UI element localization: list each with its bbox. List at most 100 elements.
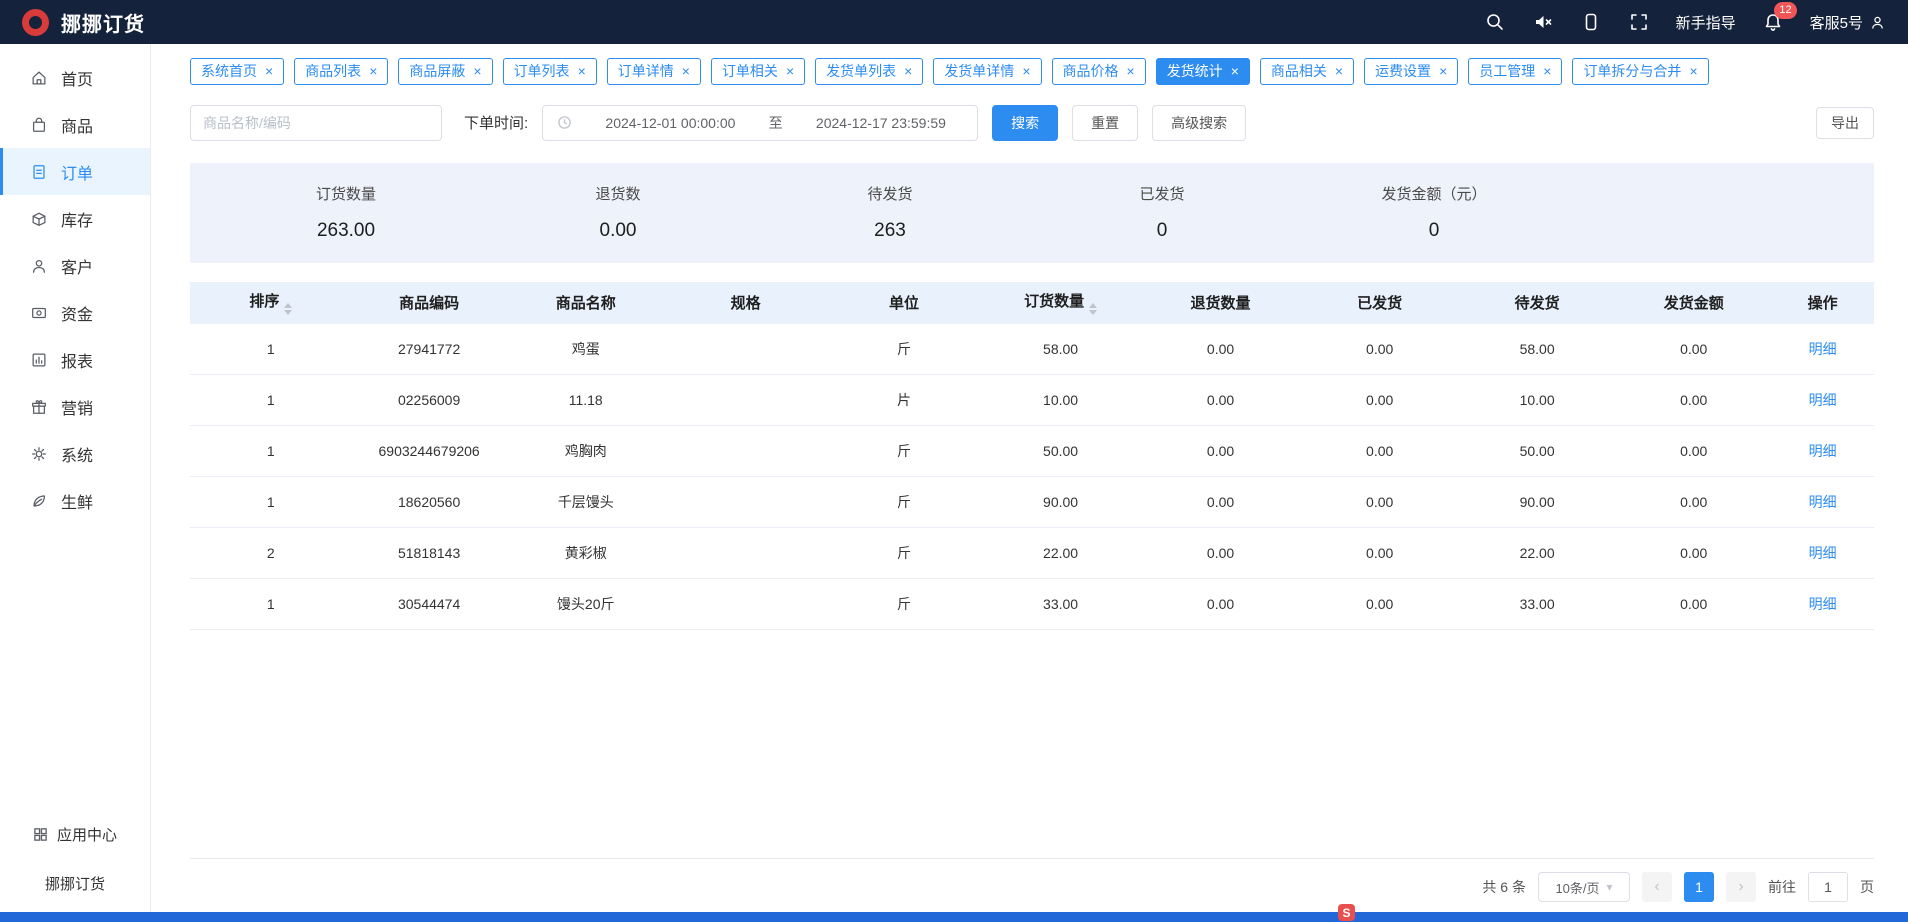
sidebar-item-label: 生鲜 bbox=[61, 489, 93, 513]
table-cell: 58.00 bbox=[981, 324, 1139, 375]
table-cell: 0.00 bbox=[1140, 375, 1302, 426]
close-icon[interactable]: × bbox=[1439, 64, 1447, 78]
detail-link[interactable]: 明细 bbox=[1809, 494, 1837, 510]
sidebar-item-fresh[interactable]: 生鲜 bbox=[0, 477, 150, 524]
mute-speaker-icon[interactable] bbox=[1532, 11, 1554, 33]
close-icon[interactable]: × bbox=[682, 64, 690, 78]
detail-link[interactable]: 明细 bbox=[1809, 443, 1837, 459]
column-order-quantity[interactable]: 订货数量 bbox=[981, 282, 1139, 324]
search-icon[interactable] bbox=[1484, 11, 1506, 33]
sidebar-item-system[interactable]: 系统 bbox=[0, 430, 150, 477]
detail-link[interactable]: 明细 bbox=[1809, 341, 1837, 357]
beginner-guide-link[interactable]: 新手指导 bbox=[1676, 12, 1736, 33]
tab-staff-management[interactable]: 员工管理 × bbox=[1468, 58, 1562, 85]
column-sort[interactable]: 排序 bbox=[190, 282, 352, 324]
close-icon[interactable]: × bbox=[1127, 64, 1135, 78]
next-page-button[interactable]: › bbox=[1726, 872, 1756, 902]
app-logo[interactable] bbox=[22, 9, 49, 36]
home-icon bbox=[30, 69, 48, 87]
table-cell: 10.00 bbox=[1458, 375, 1616, 426]
sidebar-item-customers[interactable]: 客户 bbox=[0, 242, 150, 289]
search-button[interactable]: 搜索 bbox=[992, 105, 1058, 141]
table-cell: 2 bbox=[190, 528, 352, 579]
reset-button[interactable]: 重置 bbox=[1072, 105, 1138, 141]
sidebar-item-marketing[interactable]: 营销 bbox=[0, 383, 150, 430]
goto-page-input[interactable] bbox=[1808, 872, 1848, 902]
sidebar-item-goods[interactable]: 商品 bbox=[0, 101, 150, 148]
detail-link[interactable]: 明细 bbox=[1809, 596, 1837, 612]
keyword-input[interactable] bbox=[190, 105, 442, 141]
detail-link[interactable]: 明细 bbox=[1809, 545, 1837, 561]
tab-system-home[interactable]: 系统首页× bbox=[190, 58, 284, 85]
tab-product-related[interactable]: 商品相关× bbox=[1260, 58, 1354, 85]
notification-bell-icon[interactable]: 12 bbox=[1762, 11, 1784, 33]
prev-page-button[interactable]: ‹ bbox=[1642, 872, 1672, 902]
tab-shipment-detail[interactable]: 发货单详情 × bbox=[933, 58, 1041, 85]
table-cell: 0.00 bbox=[1301, 477, 1458, 528]
chevron-down-icon: ▾ bbox=[1607, 880, 1613, 894]
column-product-name: 商品名称 bbox=[507, 282, 665, 324]
sidebar-item-funds[interactable]: 资金 bbox=[0, 289, 150, 336]
stat-pending-shipment: 待发货 263 bbox=[754, 183, 1026, 242]
tab-order-list[interactable]: 订单列表× bbox=[503, 58, 597, 85]
export-button[interactable]: 导出 bbox=[1816, 107, 1874, 139]
close-icon[interactable]: × bbox=[1335, 64, 1343, 78]
table-row: 1 6903244679206 鸡胸肉 斤 50.00 0.00 0.00 50… bbox=[190, 426, 1874, 477]
close-icon[interactable]: × bbox=[473, 64, 481, 78]
tab-order-related[interactable]: 订单相关× bbox=[711, 58, 805, 85]
sort-carets-icon[interactable] bbox=[1089, 303, 1097, 315]
customer-person-icon bbox=[30, 257, 48, 275]
close-icon[interactable]: × bbox=[578, 64, 586, 78]
close-icon[interactable]: × bbox=[369, 64, 377, 78]
tab-product-price[interactable]: 商品价格× bbox=[1052, 58, 1146, 85]
date-to-value: 2024-12-17 23:59:59 bbox=[799, 115, 964, 131]
tab-freight-settings[interactable]: 运费设置× bbox=[1364, 58, 1458, 85]
stat-label: 待发货 bbox=[754, 183, 1026, 204]
date-range-separator: 至 bbox=[769, 113, 783, 133]
page-number-1[interactable]: 1 bbox=[1684, 872, 1714, 902]
table-cell: 鸡胸肉 bbox=[507, 426, 665, 477]
detail-link[interactable]: 明细 bbox=[1809, 392, 1837, 408]
tab-label: 员工管理 bbox=[1479, 63, 1535, 80]
tab-product-list[interactable]: 商品列表× bbox=[294, 58, 388, 85]
inventory-box-icon bbox=[30, 210, 48, 228]
table-cell: 0.00 bbox=[1616, 324, 1771, 375]
app-center-link[interactable]: 应用中心 bbox=[33, 824, 117, 845]
table-cell: 斤 bbox=[827, 324, 982, 375]
sidebar-item-home[interactable]: 首页 bbox=[0, 54, 150, 101]
tab-label: 发货单详情 bbox=[944, 63, 1014, 80]
notification-badge: 12 bbox=[1774, 2, 1796, 19]
sidebar-item-orders[interactable]: 订单 bbox=[0, 148, 150, 195]
close-icon[interactable]: × bbox=[265, 64, 273, 78]
user-menu[interactable]: 客服5号 bbox=[1810, 12, 1886, 33]
fullscreen-icon[interactable] bbox=[1628, 11, 1650, 33]
close-icon[interactable]: × bbox=[1689, 64, 1697, 78]
stat-value: 263.00 bbox=[210, 220, 482, 242]
sidebar-item-inventory[interactable]: 库存 bbox=[0, 195, 150, 242]
close-icon[interactable]: × bbox=[786, 64, 794, 78]
tab-order-split-merge[interactable]: 订单拆分与合并× bbox=[1572, 58, 1708, 85]
date-range-picker[interactable]: 2024-12-01 00:00:00 至 2024-12-17 23:59:5… bbox=[542, 105, 978, 141]
tab-shipment-list[interactable]: 发货单列表× bbox=[815, 58, 923, 85]
tab-product-block[interactable]: 商品屏蔽× bbox=[398, 58, 492, 85]
sogou-input-icon[interactable]: S bbox=[1338, 904, 1355, 921]
sidebar-item-reports[interactable]: 报表 bbox=[0, 336, 150, 383]
table-cell: 0.00 bbox=[1616, 375, 1771, 426]
tab-order-detail[interactable]: 订单详情× bbox=[607, 58, 701, 85]
advanced-search-button[interactable]: 高级搜索 bbox=[1152, 105, 1246, 141]
mobile-app-icon[interactable] bbox=[1580, 11, 1602, 33]
sidebar-menu: 首页 商品 订单 库存 客户 资金 bbox=[0, 44, 150, 524]
close-icon[interactable]: × bbox=[1543, 64, 1551, 78]
page-size-value: 10条/页 bbox=[1555, 878, 1599, 897]
close-icon[interactable]: × bbox=[1022, 64, 1030, 78]
page-size-select[interactable]: 10条/页 ▾ bbox=[1538, 872, 1630, 902]
table-cell: 0.00 bbox=[1301, 375, 1458, 426]
table-cell: 明细 bbox=[1771, 477, 1874, 528]
table-cell: 10.00 bbox=[981, 375, 1139, 426]
table-cell: 50.00 bbox=[1458, 426, 1616, 477]
close-icon[interactable]: × bbox=[1231, 64, 1239, 78]
sort-carets-icon[interactable] bbox=[284, 303, 292, 315]
filter-bar: 下单时间: 2024-12-01 00:00:00 至 2024-12-17 2… bbox=[190, 105, 1874, 141]
tab-shipping-stats[interactable]: 发货统计× bbox=[1156, 58, 1250, 85]
close-icon[interactable]: × bbox=[904, 64, 912, 78]
